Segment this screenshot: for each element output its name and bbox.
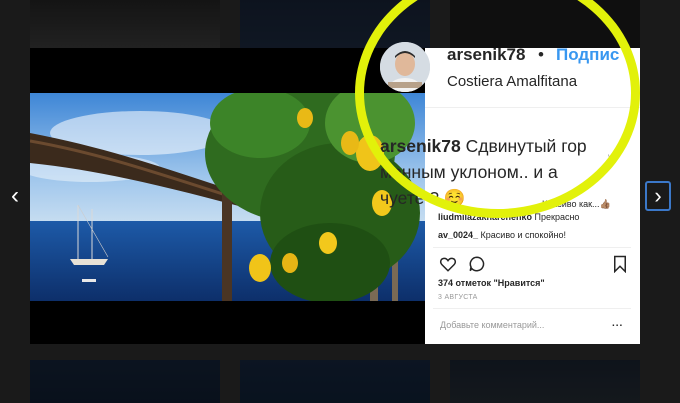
divider bbox=[433, 308, 631, 309]
comment-username[interactable]: liudmilazakharchenko bbox=[438, 212, 532, 222]
caption-username[interactable]: arsenik78 bbox=[380, 136, 461, 156]
chevron-left-icon: ‹ bbox=[11, 182, 19, 209]
chevron-right-icon: › bbox=[654, 183, 662, 208]
post-username[interactable]: arsenik78 bbox=[447, 45, 525, 65]
follow-button[interactable]: Подпис bbox=[556, 45, 630, 65]
bookmark-icon[interactable] bbox=[611, 255, 629, 273]
caption-text-line: Сдвинутый гор bbox=[460, 136, 587, 156]
comment-text: Красиво и спокойно! bbox=[478, 230, 566, 240]
next-post-button[interactable]: › bbox=[645, 181, 671, 211]
comment-item: av_0024_ Красиво и спокойно! bbox=[438, 230, 566, 240]
likes-count[interactable]: 374 отметок "Нравится" bbox=[438, 278, 545, 288]
comment-text: Прекрасно bbox=[532, 212, 580, 222]
comment-username[interactable]: av_0024_ bbox=[438, 230, 478, 240]
post-date: 3 АВГУСТА bbox=[438, 294, 478, 301]
comment-snippet: Красиво как...👍🏽 bbox=[542, 199, 611, 209]
comment-item: liudmilazakharchenko Прекрасно bbox=[438, 212, 579, 222]
sea-and-lemon-tree-image bbox=[30, 93, 425, 301]
caption-text-line: монным уклоном.. и а bbox=[380, 162, 558, 182]
heart-icon[interactable] bbox=[439, 255, 457, 273]
comment-icon[interactable] bbox=[468, 255, 486, 273]
avatar[interactable] bbox=[380, 42, 430, 92]
post-location[interactable]: Costiera Amalfitana bbox=[447, 73, 577, 90]
previous-post-button[interactable]: ‹ bbox=[4, 182, 26, 210]
divider bbox=[433, 247, 631, 248]
post-media-frame bbox=[30, 48, 425, 344]
post-photo[interactable] bbox=[30, 93, 425, 301]
separator-dot: • bbox=[538, 45, 544, 64]
add-comment-input[interactable]: Добавьте комментарий... bbox=[440, 320, 544, 330]
profile-photo-icon bbox=[380, 42, 430, 92]
caption-overflow-text: vel bbox=[608, 152, 619, 161]
more-options-button[interactable]: ... bbox=[612, 318, 623, 329]
